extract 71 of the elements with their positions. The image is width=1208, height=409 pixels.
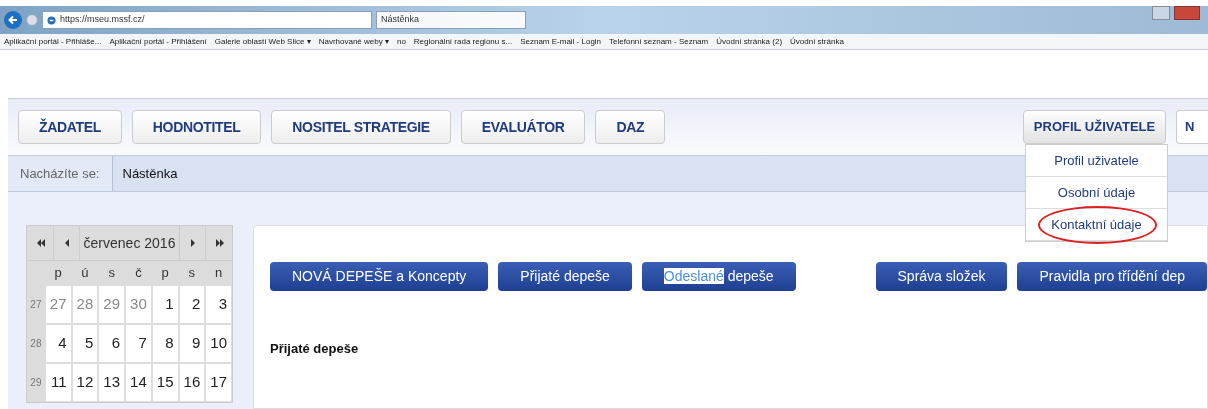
- page-icon: [47, 15, 56, 25]
- calendar-day[interactable]: 8: [151, 324, 179, 363]
- calendar-day[interactable]: 6: [98, 324, 126, 363]
- calendar-day[interactable]: 15: [151, 363, 179, 402]
- role-button[interactable]: NOSITEL STRATEGIE: [271, 110, 451, 144]
- weekday-label: p: [160, 264, 170, 283]
- calendar-day[interactable]: 4: [44, 324, 72, 363]
- calendar-day[interactable]: 30: [125, 285, 152, 324]
- calendar-day[interactable]: 27: [44, 285, 72, 324]
- nav-button[interactable]: N: [1176, 110, 1208, 144]
- favorite-link[interactable]: Úvodní stránka (2): [716, 35, 783, 48]
- back-arrow-icon: [8, 15, 18, 25]
- calendar-day[interactable]: 2: [178, 285, 206, 324]
- calendar-day[interactable]: 28: [71, 285, 99, 324]
- week-number: 29: [29, 376, 43, 390]
- role-button[interactable]: EVALUÁTOR: [460, 110, 586, 144]
- calendar-month-title: červenec 2016: [80, 226, 180, 260]
- role-button[interactable]: ŽADATEL: [18, 110, 122, 144]
- favorite-link[interactable]: Regionální rada regionu s...: [413, 35, 513, 48]
- section-title: Přijaté depeše: [270, 340, 360, 358]
- address-field[interactable]: https://mseu.mssf.cz/: [42, 11, 372, 29]
- calendar-day[interactable]: 13: [98, 363, 126, 402]
- back-button[interactable]: [4, 11, 22, 29]
- week-number: 27: [29, 298, 43, 312]
- weekday-label: ú: [80, 264, 90, 283]
- browser-tab[interactable]: Nástěnka: [376, 11, 526, 29]
- role-button[interactable]: HODNOTITEL: [131, 110, 262, 144]
- dropdown-item[interactable]: Profil uživatele: [1054, 150, 1139, 171]
- favorite-link[interactable]: Galerie oblastí Web Slice ▾: [214, 35, 311, 48]
- weekday-label: n: [214, 264, 224, 283]
- weekday-label: s: [187, 264, 197, 283]
- right-arrow-icon: [189, 238, 196, 248]
- message-button[interactable]: Pravidla pro třídění dep: [1017, 262, 1207, 291]
- calendar-day[interactable]: 5: [71, 324, 99, 363]
- calendar-day[interactable]: 14: [125, 363, 152, 402]
- favorite-link[interactable]: Aplikační portál - Přihlášení: [109, 35, 207, 48]
- dropdown-item[interactable]: Kontaktní údaje: [1051, 214, 1142, 235]
- calendar-day[interactable]: 7: [125, 324, 152, 363]
- minimize-button[interactable]: [1152, 6, 1170, 20]
- calendar-day[interactable]: 11: [44, 363, 72, 402]
- calendar-day[interactable]: 17: [205, 363, 233, 402]
- left-arrow-icon: [63, 238, 70, 248]
- breadcrumb-current[interactable]: Nástěnka: [112, 163, 188, 184]
- weekday-label: č: [134, 264, 143, 283]
- favorite-link[interactable]: no: [396, 35, 406, 48]
- message-button[interactable]: Správa složek: [875, 262, 1008, 291]
- week-number: 28: [29, 337, 43, 351]
- favorite-link[interactable]: Aplikační portál - Přihláše...: [4, 35, 102, 48]
- calendar-day[interactable]: 16: [178, 363, 206, 402]
- calendar-day[interactable]: 12: [71, 363, 99, 402]
- message-button[interactable]: Odeslané depeše: [641, 262, 796, 291]
- breadcrumb-prefix: Nacházíte se:: [8, 156, 113, 191]
- weekday-label: s: [107, 264, 116, 283]
- favorite-link[interactable]: Úvodní stránka: [790, 35, 844, 48]
- favorite-link[interactable]: Navrhované weby ▾: [318, 35, 389, 48]
- close-button[interactable]: [1174, 6, 1200, 20]
- forward-button[interactable]: [26, 14, 38, 26]
- message-button[interactable]: NOVÁ DEPEŠE a Koncepty: [270, 262, 489, 291]
- role-button[interactable]: DAZ: [595, 110, 666, 144]
- weekday-label: p: [53, 264, 63, 283]
- calendar-day[interactable]: 9: [178, 324, 206, 363]
- dropdown-item[interactable]: Osobní údaje: [1057, 182, 1136, 203]
- calendar-day[interactable]: 29: [98, 285, 126, 324]
- calendar-day[interactable]: 3: [205, 285, 233, 324]
- favorite-link[interactable]: Seznam E-mail - Login: [520, 35, 602, 48]
- calendar-day[interactable]: 1: [151, 285, 179, 324]
- double-right-arrow-icon: [213, 238, 225, 248]
- profile-menu-button[interactable]: PROFIL UŽIVATELE: [1023, 110, 1166, 144]
- message-button[interactable]: Přijaté depeše: [498, 262, 632, 291]
- calendar-day[interactable]: 10: [205, 324, 233, 363]
- favorite-link[interactable]: Telefonní seznam - Seznam: [609, 35, 709, 48]
